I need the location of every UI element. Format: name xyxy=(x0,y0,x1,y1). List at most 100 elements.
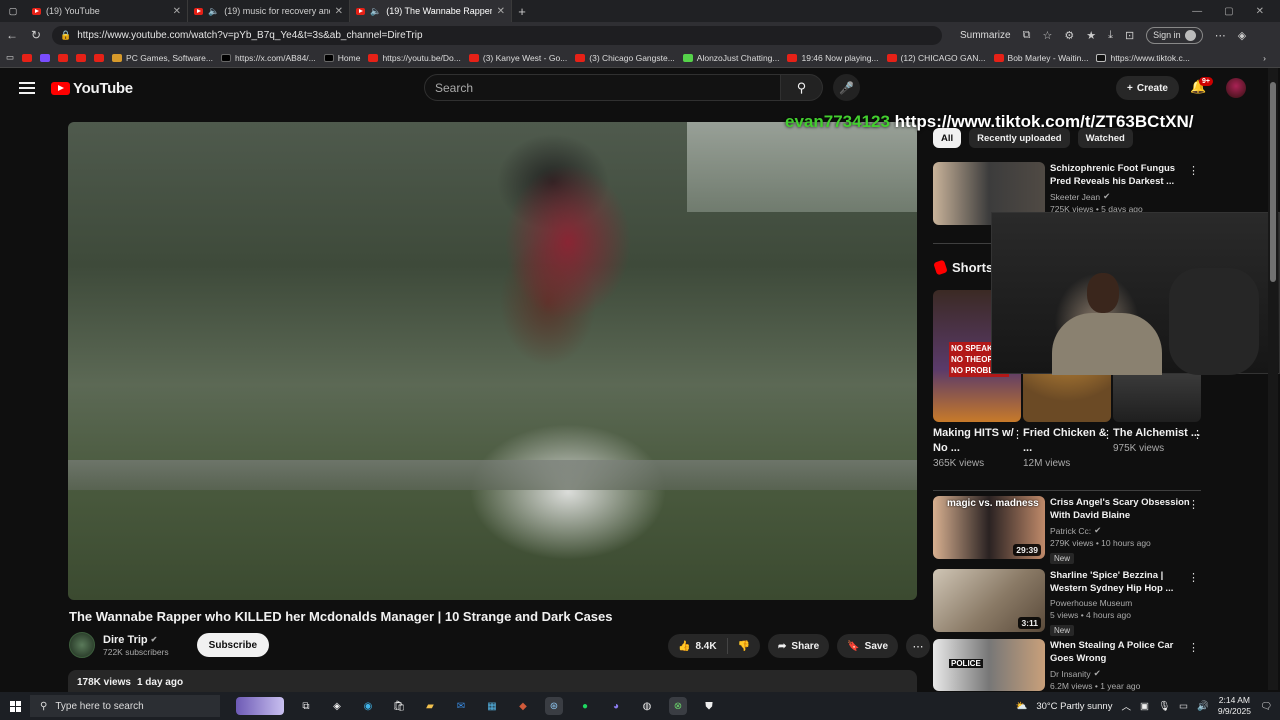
search-button[interactable]: ⚲ xyxy=(781,74,823,101)
taskbar-search[interactable]: ⚲ Type here to search xyxy=(30,695,220,717)
browser-tab-youtube[interactable]: (19) YouTube ✕ xyxy=(26,0,188,22)
bookmark-item[interactable]: Home xyxy=(323,53,360,63)
close-tab-icon[interactable]: ✕ xyxy=(335,6,343,17)
outlook-icon[interactable]: ✉ xyxy=(452,697,470,715)
copilot-icon[interactable]: ◈ xyxy=(1238,29,1246,42)
obs-icon[interactable]: ◍ xyxy=(638,697,656,715)
subscribe-button[interactable]: Subscribe xyxy=(196,633,270,657)
bookmark-item[interactable]: 19:46 Now playing... xyxy=(787,53,879,63)
speaker-icon[interactable]: 🔈 xyxy=(370,6,381,17)
more-options-icon[interactable]: ⋮ xyxy=(1188,571,1199,584)
more-options-icon[interactable]: ⋮ xyxy=(1012,428,1023,441)
weather-icon[interactable]: ⛅ xyxy=(1015,701,1027,712)
game-app-icon[interactable]: ◆ xyxy=(514,697,532,715)
bookmark-item[interactable]: (3) Chicago Gangste... xyxy=(575,53,675,63)
more-options-icon[interactable]: ⋮ xyxy=(1102,428,1113,441)
chip-all[interactable]: All xyxy=(933,128,962,148)
bookmark-youtube-2[interactable] xyxy=(58,53,69,62)
channel-name[interactable]: Dire Trip ✔ xyxy=(103,634,169,646)
close-tab-icon[interactable]: ✕ xyxy=(173,6,181,17)
maximize-icon[interactable]: ▢ xyxy=(1224,6,1233,17)
dislike-button[interactable]: 👎 xyxy=(728,641,760,652)
more-options-icon[interactable]: ⋮ xyxy=(1188,164,1199,177)
show-hidden-icons-icon[interactable]: ︿ xyxy=(1121,699,1131,713)
favorites-icon[interactable]: ★ xyxy=(1086,29,1096,42)
weather-text[interactable]: 30°C Partly sunny xyxy=(1036,701,1112,712)
sign-in-button[interactable]: Sign in xyxy=(1146,26,1203,44)
store-icon[interactable]: 🛍 xyxy=(390,697,408,715)
close-window-icon[interactable]: ✕ xyxy=(1256,6,1264,17)
lock-icon[interactable]: 🔒 xyxy=(60,30,71,41)
bookmark-item[interactable]: PC Games, Software... xyxy=(112,53,213,63)
tray-mic-icon[interactable]: 🎙 xyxy=(1158,701,1170,712)
more-options-icon[interactable]: ⋮ xyxy=(1192,428,1203,441)
bookmarks-overflow-icon[interactable]: › xyxy=(1263,53,1280,63)
bookmark-twitch[interactable] xyxy=(40,53,51,62)
task-view-icon[interactable]: ⧉ xyxy=(297,697,315,715)
bookmark-youtube-1[interactable] xyxy=(22,53,33,62)
account-avatar[interactable] xyxy=(1226,78,1246,98)
recommended-video[interactable]: magic vs. madness 29:39 Criss Angel's Sc… xyxy=(933,496,1203,566)
short-title[interactable]: The Alchemist ... xyxy=(1113,426,1203,441)
page-scrollbar[interactable] xyxy=(1268,68,1278,690)
address-bar[interactable]: 🔒 https://www.youtube.com/watch?v=pYb_B7… xyxy=(52,25,942,45)
refresh-icon[interactable]: ↻ xyxy=(24,28,48,42)
save-button[interactable]: 🔖 Save xyxy=(837,634,899,658)
like-button[interactable]: 👍 8.4K xyxy=(668,638,728,654)
minimize-icon[interactable]: — xyxy=(1192,6,1202,17)
xbox-icon[interactable]: ⊗ xyxy=(669,697,687,715)
extensions-icon[interactable]: ⚙ xyxy=(1064,29,1074,42)
new-tab-button[interactable]: + xyxy=(512,4,532,19)
video-title[interactable]: Schizophrenic Foot Fungus Pred Reveals h… xyxy=(1050,162,1190,188)
more-options-icon[interactable]: ⋮ xyxy=(1188,641,1199,654)
split-screen-icon[interactable]: ⧉ xyxy=(1023,29,1031,42)
photos-icon[interactable]: ▦ xyxy=(483,697,501,715)
video-title[interactable]: When Stealing A Police Car Goes Wrong xyxy=(1050,639,1190,665)
taskbar-clock[interactable]: 2:14 AM 9/9/2025 xyxy=(1218,695,1251,717)
video-title[interactable]: Criss Angel's Scary Obsession With David… xyxy=(1050,496,1190,522)
bookmark-item[interactable]: https://www.tiktok.c... xyxy=(1096,53,1190,63)
discord-icon[interactable]: ◕ xyxy=(607,697,625,715)
video-player[interactable] xyxy=(68,122,917,600)
channel-name[interactable]: Skeeter Jean ✔ xyxy=(1050,191,1190,202)
bookmark-item[interactable]: Bob Marley - Waitin... xyxy=(993,53,1088,63)
channel-name[interactable]: Powerhouse Museum xyxy=(1050,598,1190,608)
create-button[interactable]: + Create xyxy=(1116,76,1179,100)
youtube-logo[interactable]: YouTube xyxy=(51,80,133,97)
tray-app-icon[interactable]: ▣ xyxy=(1140,701,1149,712)
bookmark-item[interactable]: https://x.com/AB84/... xyxy=(220,53,316,63)
short-title[interactable]: Fried Chicken & ... xyxy=(1023,426,1113,456)
browser-tab-active-video[interactable]: 🔈 (19) The Wannabe Rapper w ✕ xyxy=(350,0,512,22)
shield-app-icon[interactable]: ⛊ xyxy=(700,697,718,715)
volume-icon[interactable]: 🔊 xyxy=(1197,701,1209,712)
download-icon[interactable]: ⤓ xyxy=(1108,29,1113,42)
edge-icon[interactable]: ◉ xyxy=(359,697,377,715)
channel-name[interactable]: Dr Insanity ✔ xyxy=(1050,668,1190,679)
favorite-star-icon[interactable]: ☆ xyxy=(1042,29,1052,42)
video-thumbnail[interactable]: 3:11 xyxy=(933,569,1045,632)
hamburger-menu-icon[interactable] xyxy=(19,82,35,94)
bookmark-item[interactable]: https://youtu.be/Do... xyxy=(368,53,461,63)
more-options-icon[interactable]: ⋮ xyxy=(1188,498,1199,511)
channel-avatar[interactable] xyxy=(69,632,95,658)
video-title[interactable]: Sharline 'Spice' Bezzina | Western Sydne… xyxy=(1050,569,1190,595)
recommended-video[interactable]: 3:11 Sharline 'Spice' Bezzina | Western … xyxy=(933,569,1203,638)
tab-actions-icon[interactable]: ▢ xyxy=(0,6,26,17)
search-input[interactable]: Search xyxy=(424,74,781,101)
copilot-app-icon[interactable]: ◈ xyxy=(328,697,346,715)
bookmark-item[interactable]: (3) Kanye West - Go... xyxy=(468,53,567,63)
recommended-video[interactable]: POLICE When Stealing A Police Car Goes W… xyxy=(933,639,1203,691)
back-icon[interactable]: ← xyxy=(0,28,24,42)
short-title[interactable]: Making HITS w/ No ... xyxy=(933,426,1023,456)
close-tab-icon[interactable]: ✕ xyxy=(497,6,505,17)
spotify-icon[interactable]: ● xyxy=(576,697,594,715)
collections-icon[interactable]: ⊡ xyxy=(1125,29,1134,42)
search-highlight-icon[interactable] xyxy=(236,697,284,715)
video-thumbnail[interactable]: magic vs. madness 29:39 xyxy=(933,496,1045,559)
scrollbar-thumb[interactable] xyxy=(1270,82,1276,282)
chip-recently-uploaded[interactable]: Recently uploaded xyxy=(969,128,1070,148)
browser-tab-music[interactable]: 🔈 (19) music for recovery and ✕ xyxy=(188,0,350,22)
chip-watched[interactable]: Watched xyxy=(1077,128,1133,148)
share-button[interactable]: ➦ Share xyxy=(768,634,830,658)
steam-icon[interactable]: ⊛ xyxy=(545,697,563,715)
